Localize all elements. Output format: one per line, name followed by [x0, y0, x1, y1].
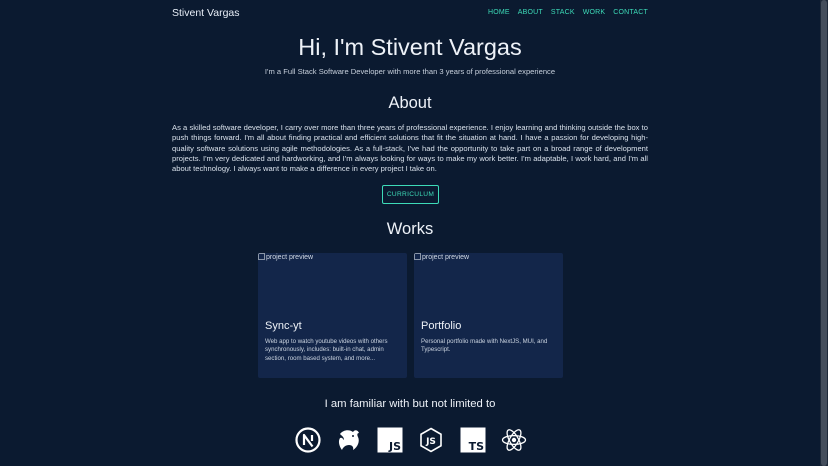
about-text: As a skilled software developer, I carry… — [172, 123, 648, 174]
scrollbar-thumb[interactable] — [821, 0, 827, 466]
nav-link-contact[interactable]: CONTACT — [613, 9, 648, 16]
hero-title: Hi, I'm Stivent Vargas — [298, 34, 522, 60]
nav-link-home[interactable]: HOME — [488, 9, 510, 16]
svg-text:JS: JS — [425, 437, 436, 447]
svg-text:TS: TS — [469, 440, 485, 453]
project-card-portfolio[interactable]: project preview Portfolio Personal portf… — [414, 253, 563, 378]
stack-heading: I am familiar with but not limited to — [324, 398, 496, 410]
broken-image-icon — [414, 253, 421, 260]
react-icon — [501, 427, 527, 453]
project-title: Portfolio — [421, 320, 462, 332]
project-description: Web app to watch youtube videos with oth… — [265, 338, 388, 362]
nextjs-icon — [295, 427, 321, 453]
nodejs-icon: JS — [418, 427, 444, 453]
typescript-icon: TS — [460, 427, 486, 453]
works-heading: Works — [386, 220, 434, 238]
brand-name[interactable]: Stivent Vargas — [172, 7, 240, 19]
curriculum-button[interactable]: CURRICULUM — [382, 185, 439, 204]
hero-subtitle: I'm a Full Stack Software Developer with… — [264, 67, 556, 76]
nav-link-work[interactable]: WORK — [583, 9, 606, 16]
project-preview-image: project preview — [258, 253, 407, 313]
project-preview-alt: project preview — [266, 254, 314, 261]
project-preview-alt: project preview — [422, 254, 470, 261]
nav-link-about[interactable]: ABOUT — [518, 9, 543, 16]
page-scrollbar[interactable] — [820, 0, 828, 466]
page: Stivent Vargas HOME ABOUT STACK WORK CON… — [0, 0, 820, 466]
broken-image-icon — [258, 253, 265, 260]
nav-link-stack[interactable]: STACK — [551, 9, 575, 16]
project-preview-image: project preview — [414, 253, 563, 313]
nav-links: HOME ABOUT STACK WORK CONTACT — [488, 9, 648, 16]
project-description: Personal portfolio made with NextJS, MUI… — [421, 338, 548, 354]
javascript-icon: JS — [377, 427, 403, 453]
navbar: Stivent Vargas HOME ABOUT STACK WORK CON… — [172, 7, 648, 21]
about-heading: About — [388, 94, 432, 112]
project-title: Sync-yt — [265, 320, 302, 332]
project-card-sync-yt[interactable]: project preview Sync-yt Web app to watch… — [258, 253, 407, 378]
svg-text:JS: JS — [388, 440, 401, 453]
nestjs-icon — [336, 427, 362, 453]
